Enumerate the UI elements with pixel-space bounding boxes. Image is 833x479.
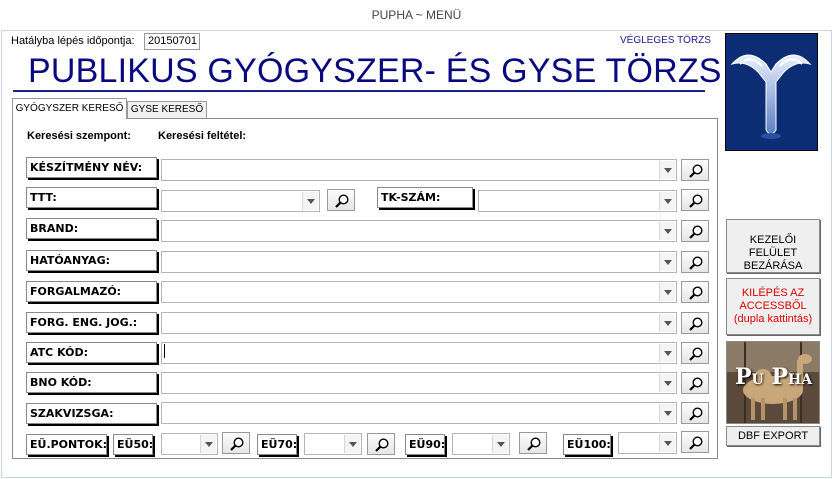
- magnifier-icon: [689, 256, 703, 270]
- ttt-combo[interactable]: [161, 190, 320, 212]
- status-label: VÉGLEGES TÖRZS: [620, 35, 711, 46]
- field-label-eu70: EÜ70:: [257, 434, 297, 455]
- magnifier-icon: [335, 194, 349, 208]
- search-button-forgalmazo[interactable]: [681, 281, 709, 303]
- condition-header: Keresési feltétel:: [158, 130, 247, 142]
- search-button-szakvizsga[interactable]: [681, 402, 709, 424]
- field-label-eu50: EÜ50:: [113, 434, 153, 455]
- forg-eng-jog-combo[interactable]: [161, 312, 677, 334]
- chevron-down-icon[interactable]: [344, 435, 360, 453]
- forgalmazo-combo[interactable]: [161, 281, 677, 303]
- chevron-down-icon[interactable]: [659, 161, 675, 179]
- bno-kod-combo[interactable]: [161, 372, 677, 394]
- field-label-ttt: TTT:: [26, 187, 157, 208]
- hatoanyag-combo[interactable]: [161, 251, 677, 273]
- search-button-eu100[interactable]: [681, 431, 709, 453]
- field-label-brand: BRAND:: [26, 218, 157, 239]
- text-cursor: [164, 344, 165, 358]
- magnifier-icon: [689, 377, 703, 391]
- magnifier-icon: [689, 347, 703, 361]
- field-label-forg-eng-jog: FORG. ENG. JOG.:: [26, 312, 157, 333]
- magnifier-icon: [689, 194, 703, 208]
- magnifier-icon: [689, 317, 703, 331]
- chevron-down-icon[interactable]: [659, 344, 675, 362]
- close-interface-button[interactable]: KEZELŐI FELÜLET BEZÁRÁSA: [726, 219, 820, 273]
- search-button-hatoanyag[interactable]: [681, 251, 709, 273]
- search-button-tk-szam[interactable]: [681, 189, 709, 211]
- eu70-combo[interactable]: [304, 433, 362, 455]
- page-title: PUBLIKUS GYÓGYSZER- ÉS GYSE TÖRZS: [28, 52, 722, 90]
- magnifier-icon: [689, 164, 703, 178]
- chevron-down-icon[interactable]: [659, 222, 675, 240]
- search-button-keszitmeny-nev[interactable]: [681, 159, 709, 181]
- keszitmeny-nev-combo[interactable]: [161, 159, 677, 181]
- field-label-eu-pontok: EÜ.PONTOK:: [26, 434, 107, 455]
- search-button-eu50[interactable]: [222, 432, 250, 454]
- chevron-down-icon[interactable]: [659, 283, 675, 301]
- chevron-down-icon[interactable]: [200, 435, 216, 453]
- magnifier-icon: [689, 407, 703, 421]
- search-button-atc-kod[interactable]: [681, 342, 709, 364]
- field-label-hatoanyag: HATÓANYAG:: [26, 250, 157, 271]
- atc-kod-combo[interactable]: [161, 342, 677, 364]
- logo-emblem-icon: [730, 54, 812, 139]
- eu90-combo[interactable]: [452, 433, 510, 455]
- field-label-keszitmeny-nev: KÉSZÍTMÉNY NÉV:: [26, 157, 157, 178]
- app-logo: [725, 33, 818, 151]
- tk-szam-combo[interactable]: [478, 190, 677, 212]
- magnifier-icon: [689, 286, 703, 300]
- search-button-forg-eng-jog[interactable]: [681, 312, 709, 334]
- eu50-combo[interactable]: [161, 433, 218, 455]
- tab-gyse-kereso[interactable]: GYSE KERESŐ: [127, 101, 207, 118]
- field-label-bno-kod: BNO KÓD:: [26, 372, 157, 393]
- brand-combo[interactable]: [161, 220, 677, 242]
- pupha-picture: PU PHA: [726, 341, 820, 424]
- tab-gyogyszer-kereso[interactable]: GYÓGYSZER KERESŐ: [12, 98, 127, 119]
- szakvizsga-combo[interactable]: [161, 402, 677, 424]
- search-button-brand[interactable]: [681, 220, 709, 242]
- field-label-atc-kod: ATC KÓD:: [26, 342, 157, 363]
- magnifier-icon: [230, 437, 244, 451]
- effective-date-label: Hatályba lépés időpontja:: [11, 35, 135, 47]
- field-label-eu90: EÜ90:: [405, 434, 445, 455]
- chevron-down-icon[interactable]: [492, 435, 508, 453]
- chevron-down-icon[interactable]: [659, 253, 675, 271]
- chevron-down-icon[interactable]: [659, 192, 675, 210]
- chevron-down-icon[interactable]: [302, 192, 318, 210]
- chevron-down-icon[interactable]: [659, 374, 675, 392]
- chevron-down-icon[interactable]: [659, 434, 675, 452]
- search-button-eu70[interactable]: [367, 433, 395, 455]
- magnifier-icon: [689, 225, 703, 239]
- eu100-combo[interactable]: [618, 432, 677, 454]
- title-underline: [13, 90, 705, 92]
- effective-date-field[interactable]: 20150701: [144, 33, 200, 50]
- magnifier-icon: [375, 438, 389, 452]
- chevron-down-icon[interactable]: [659, 314, 675, 332]
- search-button-bno-kod[interactable]: [681, 372, 709, 394]
- field-label-tk-szam: TK-SZÁM:: [377, 187, 473, 208]
- pupha-picture-text: PU PHA: [735, 364, 813, 390]
- dbf-export-button[interactable]: DBF EXPORT: [726, 426, 820, 446]
- field-label-forgalmazo: FORGALMAZÓ:: [26, 281, 157, 302]
- window-title: PUPHA ~ MENÜ: [0, 0, 833, 30]
- search-button-ttt[interactable]: [327, 189, 355, 211]
- chevron-down-icon[interactable]: [659, 404, 675, 422]
- magnifier-icon: [689, 436, 703, 450]
- magnifier-icon: [527, 437, 541, 451]
- search-button-eu90[interactable]: [519, 432, 547, 454]
- exit-access-button[interactable]: KILÉPÉS AZ ACCESSBŐL (dupla kattintás): [726, 278, 820, 335]
- field-label-eu100: EÜ100:: [563, 434, 611, 455]
- criteria-header: Keresési szempont:: [27, 130, 131, 142]
- field-label-szakvizsga: SZAKVIZSGA:: [26, 403, 157, 424]
